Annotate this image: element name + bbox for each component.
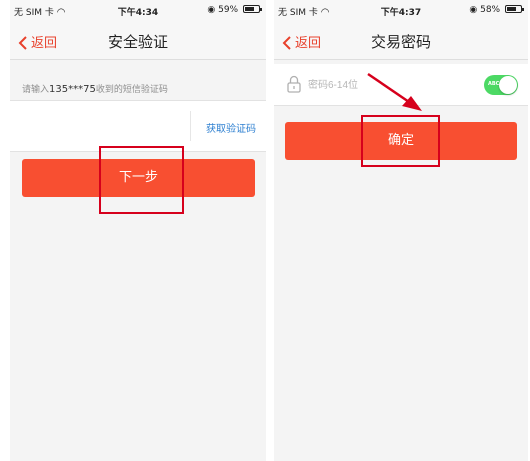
battery-icon	[505, 5, 524, 13]
sms-code-input[interactable]	[10, 101, 186, 151]
get-code-button[interactable]: 获取验证码	[206, 120, 256, 135]
masked-phone: 135***75	[49, 84, 96, 95]
orientation-lock-icon: ◉	[207, 5, 216, 15]
password-visibility-toggle[interactable]: ABC	[484, 75, 518, 95]
nav-bar: 返回 交易密码	[274, 20, 528, 60]
orientation-lock-icon: ◉	[469, 5, 478, 15]
password-row: ABC	[274, 64, 528, 106]
toggle-label: ABC	[488, 81, 500, 87]
trade-password-screen: 无 SIM 卡 ◠ 下午4:37 ◉ 58% 返回 交易密码 ABC 确定	[274, 0, 528, 461]
lock-icon	[287, 75, 301, 93]
confirm-button[interactable]: 确定	[285, 122, 517, 160]
status-bar: 无 SIM 卡 ◠ 下午4:37 ◉ 58%	[274, 0, 528, 20]
next-button[interactable]: 下一步	[22, 159, 255, 197]
sms-code-row: 获取验证码	[10, 100, 266, 152]
divider	[190, 111, 191, 141]
password-input[interactable]	[308, 72, 438, 98]
battery-percent: 59%	[218, 5, 239, 15]
page-title: 安全验证	[107, 33, 168, 51]
toggle-knob	[499, 76, 517, 94]
security-verification-screen: 无 SIM 卡 ◠ 下午4:34 ◉ 59% 返回 安全验证 请输入135***…	[10, 0, 266, 461]
nav-bar: 返回 安全验证	[10, 20, 266, 60]
sms-hint: 请输入135***75收到的短信验证码	[22, 84, 168, 95]
page-title: 交易密码	[370, 33, 431, 51]
battery-percent: 58%	[480, 5, 501, 15]
status-bar: 无 SIM 卡 ◠ 下午4:34 ◉ 59%	[10, 0, 266, 20]
battery-icon	[243, 5, 262, 13]
